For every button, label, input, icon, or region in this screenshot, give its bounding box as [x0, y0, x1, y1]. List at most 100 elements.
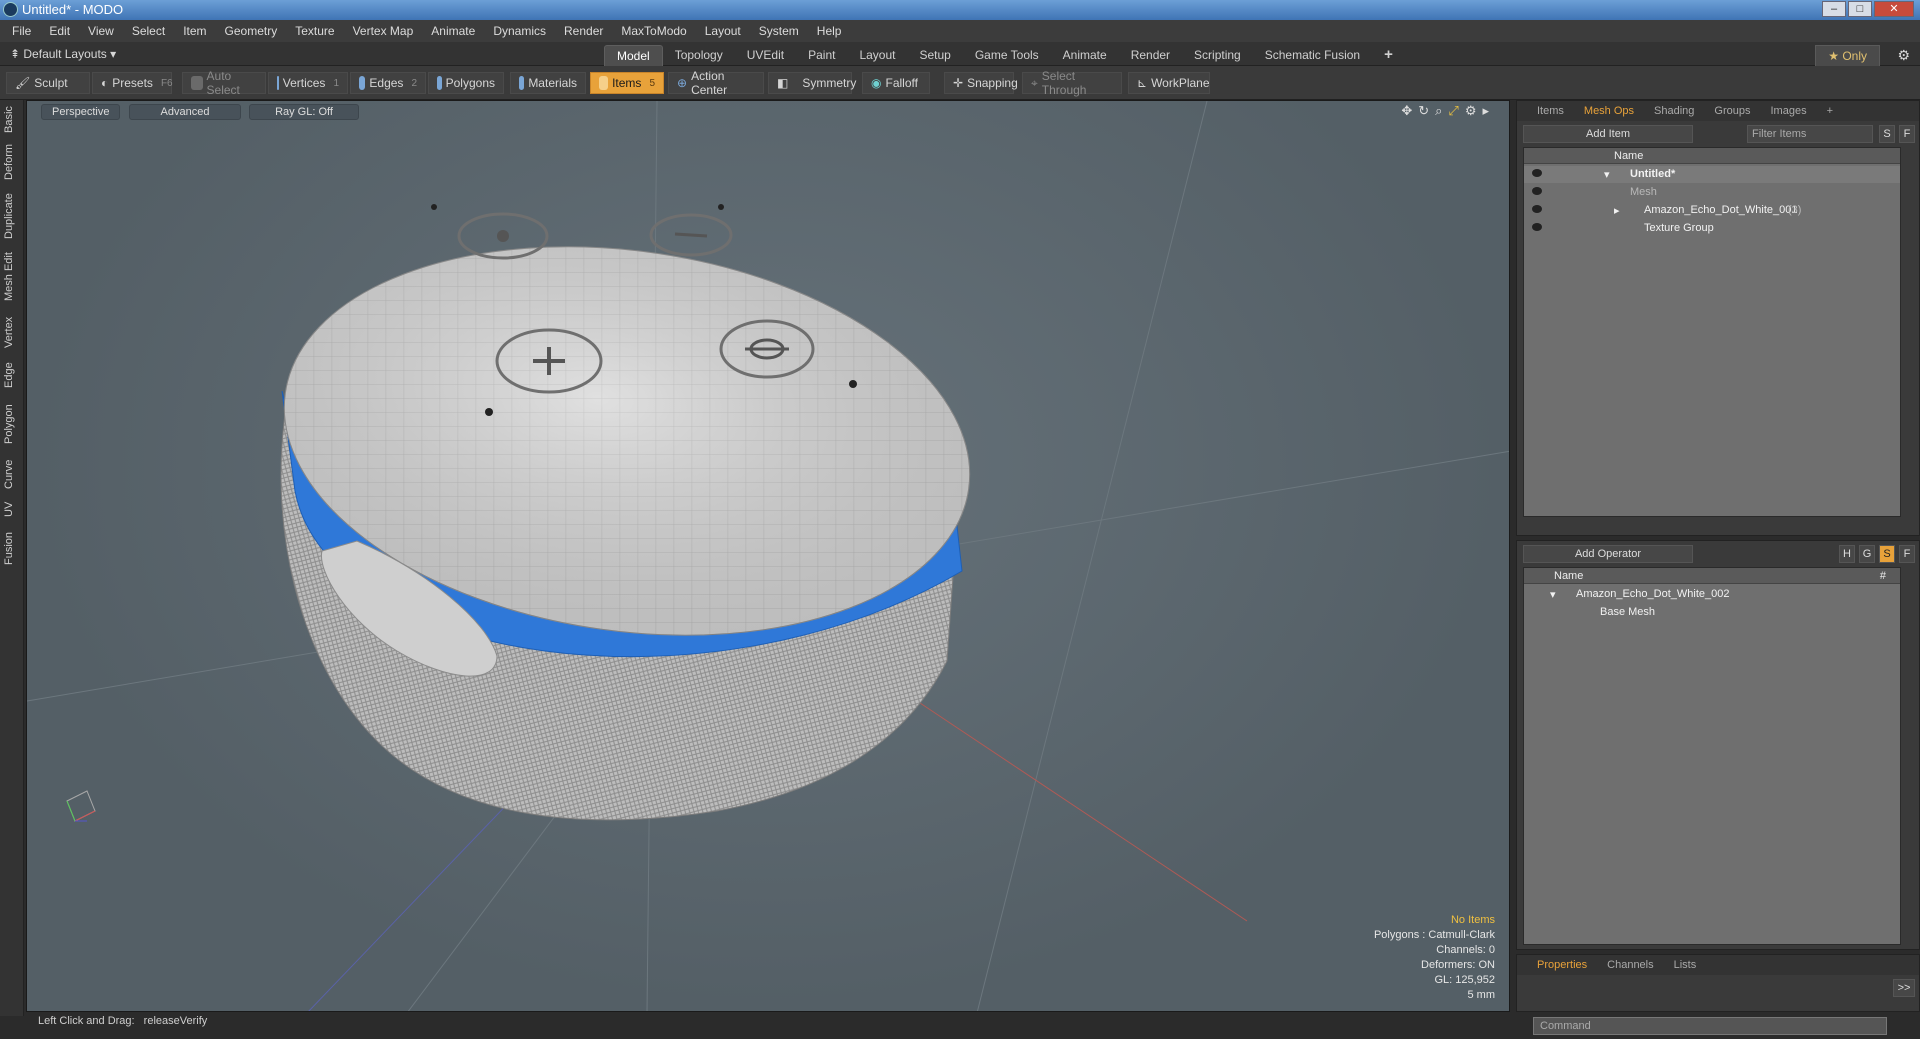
tab-schematic-fusion[interactable]: Schematic Fusion — [1253, 45, 1372, 66]
menu-vertex-map[interactable]: Vertex Map — [353, 24, 414, 38]
menu-render[interactable]: Render — [564, 24, 603, 38]
tab-mesh-ops[interactable]: Mesh Ops — [1584, 105, 1634, 117]
symmetry-button[interactable]: ◧ Symmetry — [768, 72, 856, 94]
vertices-button[interactable]: Vertices 1 — [268, 72, 348, 94]
menu-geometry[interactable]: Geometry — [225, 24, 278, 38]
tab-paint[interactable]: Paint — [796, 45, 847, 66]
triangle-right-icon[interactable]: ▸ — [1614, 204, 1620, 217]
vtab-edge[interactable]: Edge — [3, 358, 21, 392]
select-through-label: Select Through — [1041, 69, 1087, 97]
eye-icon[interactable] — [1532, 223, 1542, 231]
s-toggle-button[interactable]: S — [1879, 545, 1895, 563]
tab-render[interactable]: Render — [1119, 45, 1182, 66]
tab-properties[interactable]: Properties — [1537, 959, 1587, 971]
only-button[interactable]: ★ Only — [1815, 45, 1880, 67]
tab-images[interactable]: Images — [1771, 105, 1807, 117]
edges-label: Edges — [369, 76, 404, 90]
workplane-button[interactable]: ⊾ WorkPlane — [1128, 72, 1210, 94]
g-button[interactable]: G — [1859, 545, 1875, 563]
vtab-polygon[interactable]: Polygon — [3, 400, 21, 448]
menu-layout[interactable]: Layout — [705, 24, 741, 38]
tab-shading[interactable]: Shading — [1654, 105, 1694, 117]
menu-system[interactable]: System — [759, 24, 799, 38]
eye-icon[interactable] — [1532, 169, 1542, 177]
tree-row-texture-group[interactable]: Texture Group — [1524, 220, 1900, 237]
falloff-button[interactable]: ◉ Falloff — [862, 72, 930, 94]
menu-maxtomodo[interactable]: MaxToModo — [621, 24, 686, 38]
echo-dot-model[interactable] — [259, 204, 995, 821]
f-button[interactable]: F — [1899, 125, 1915, 143]
menu-animate[interactable]: Animate — [431, 24, 475, 38]
vtab-basic[interactable]: Basic — [3, 104, 21, 136]
vtab-vertex[interactable]: Vertex — [3, 312, 21, 352]
row-label: Mesh — [1630, 186, 1657, 198]
menu-select[interactable]: Select — [132, 24, 165, 38]
triangle-down-icon[interactable]: ▾ — [1604, 168, 1610, 181]
layout-selector[interactable]: ⇞ Default Layouts ▾ — [10, 47, 116, 61]
tab-scripting[interactable]: Scripting — [1182, 45, 1253, 66]
minimize-button[interactable]: – — [1822, 1, 1846, 17]
tab-setup[interactable]: Setup — [907, 45, 962, 66]
op-row-echo-dot[interactable]: ▾ Amazon_Echo_Dot_White_002 — [1524, 586, 1900, 603]
action-center-button[interactable]: ⊕ Action Center — [668, 69, 764, 97]
presets-button[interactable]: ◐ Presets F6 — [92, 72, 173, 94]
eye-icon[interactable] — [1532, 205, 1542, 213]
tab-topology[interactable]: Topology — [663, 45, 735, 66]
vtab-fusion[interactable]: Fusion — [3, 528, 21, 568]
brush-icon: 🖌 — [15, 76, 31, 90]
items-button[interactable]: Items 5 — [590, 72, 664, 94]
auto-select-button[interactable]: Auto Select — [182, 69, 266, 97]
filter-items-input[interactable]: Filter Items — [1747, 125, 1873, 143]
eye-icon[interactable] — [1532, 187, 1542, 195]
add-operator-button[interactable]: Add Operator — [1523, 545, 1693, 563]
layout-bar: ⇞ Default Layouts ▾ Model Topology UVEdi… — [0, 42, 1920, 67]
tree-row-mesh[interactable]: Mesh — [1524, 184, 1900, 201]
menu-file[interactable]: File — [12, 24, 31, 38]
3d-viewport[interactable]: Perspective Advanced Ray GL: Off ✥↻⌕⤢⚙▸ — [26, 100, 1510, 1012]
tab-channels[interactable]: Channels — [1607, 959, 1653, 971]
maximize-button[interactable]: □ — [1848, 1, 1872, 17]
close-button[interactable]: ✕ — [1874, 1, 1914, 17]
menu-view[interactable]: View — [88, 24, 114, 38]
command-input[interactable]: Command — [1533, 1017, 1887, 1035]
s-button[interactable]: S — [1879, 125, 1895, 143]
edges-button[interactable]: Edges 2 — [350, 72, 426, 94]
vtab-deform[interactable]: Deform — [3, 142, 21, 182]
tab-game-tools[interactable]: Game Tools — [963, 45, 1051, 66]
tree-row-untitled[interactable]: ▾ Untitled* — [1524, 166, 1900, 183]
tab-animate[interactable]: Animate — [1051, 45, 1119, 66]
vtab-mesh-edit[interactable]: Mesh Edit — [3, 250, 21, 304]
vtab-curve[interactable]: Curve — [3, 456, 21, 492]
sculpt-button[interactable]: 🖌 Sculpt — [6, 72, 90, 94]
h-button[interactable]: H — [1839, 545, 1855, 563]
action-center-label: Action Center — [691, 69, 728, 97]
snapping-button[interactable]: ✛ Snapping — [944, 72, 1018, 94]
menu-item[interactable]: Item — [183, 24, 206, 38]
tab-groups[interactable]: Groups — [1714, 105, 1750, 117]
add-operator-label: Add Operator — [1574, 548, 1642, 560]
add-panel-tab-icon[interactable]: + — [1827, 105, 1833, 117]
op-row-base-mesh[interactable]: Base Mesh — [1524, 604, 1900, 621]
polygons-button[interactable]: Polygons — [428, 72, 504, 94]
gear-icon[interactable]: ⚙ — [1897, 47, 1910, 64]
expand-button[interactable]: >> — [1893, 979, 1915, 997]
tree-row-echo-dot[interactable]: ▸ Amazon_Echo_Dot_White_001 (3) — [1524, 202, 1900, 219]
vtab-uv[interactable]: UV — [3, 498, 21, 520]
tab-model[interactable]: Model — [604, 45, 663, 66]
triangle-down-icon[interactable]: ▾ — [1550, 588, 1556, 601]
f-toggle-button[interactable]: F — [1899, 545, 1915, 563]
menu-help[interactable]: Help — [817, 24, 842, 38]
select-through-button[interactable]: ⌖ Select Through — [1022, 69, 1122, 97]
menu-edit[interactable]: Edit — [49, 24, 70, 38]
materials-button[interactable]: Materials — [510, 72, 586, 94]
add-tab-button[interactable]: + — [1372, 45, 1405, 66]
menu-dynamics[interactable]: Dynamics — [493, 24, 546, 38]
presets-icon: ◐ — [101, 76, 109, 90]
menu-texture[interactable]: Texture — [295, 24, 334, 38]
tab-lists[interactable]: Lists — [1674, 959, 1697, 971]
tab-uvedit[interactable]: UVEdit — [735, 45, 796, 66]
tab-items[interactable]: Items — [1537, 105, 1564, 117]
tab-layout[interactable]: Layout — [847, 45, 907, 66]
vtab-duplicate[interactable]: Duplicate — [3, 190, 21, 242]
add-item-button[interactable]: Add Item — [1523, 125, 1693, 143]
